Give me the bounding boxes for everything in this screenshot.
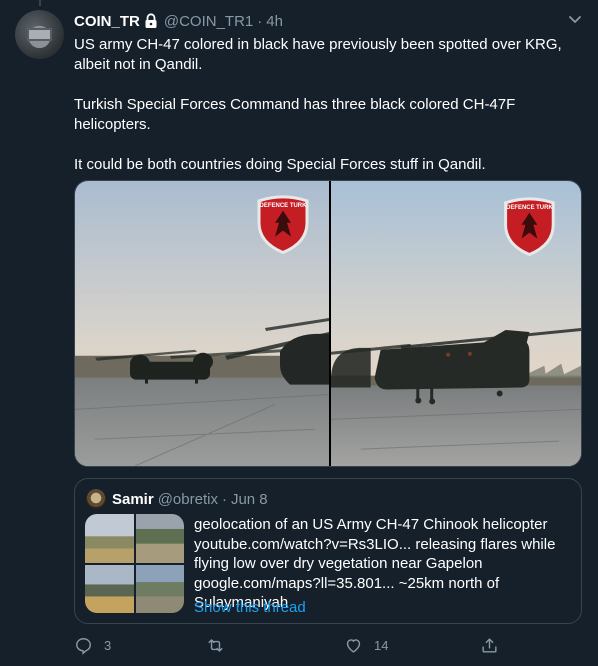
media-photo-right[interactable]: DEFENCE TURK xyxy=(331,181,581,466)
thumbnail-tile xyxy=(85,564,134,613)
reply-icon xyxy=(74,636,93,655)
author-handle[interactable]: @COIN_TR1 xyxy=(164,13,253,30)
tweet-media[interactable]: DEFENCE TURK DEFENCE TURK xyxy=(74,180,582,467)
separator-dot: · xyxy=(257,12,263,30)
quoted-media-thumbnail xyxy=(85,514,184,613)
avatar[interactable] xyxy=(15,10,64,59)
chevron-down-icon[interactable] xyxy=(566,10,584,28)
retweet-icon xyxy=(206,636,225,655)
author-name[interactable]: COIN_TR xyxy=(74,13,140,30)
tweet-paragraph: Turkish Special Forces Command has three… xyxy=(74,96,516,133)
share-icon xyxy=(480,636,499,655)
reply-count: 3 xyxy=(104,638,112,653)
heart-icon xyxy=(344,636,363,655)
tweet-text: US army CH-47 colored in black have prev… xyxy=(74,35,586,175)
tweet-actions: 3 14 xyxy=(74,636,514,660)
quoted-tweet-header: Samir @obretix · Jun 8 xyxy=(86,489,268,509)
like-count: 14 xyxy=(374,638,389,653)
show-thread-link[interactable]: Show this thread xyxy=(194,599,306,616)
lock-icon xyxy=(144,13,158,29)
quoted-avatar xyxy=(86,489,106,509)
thumbnail-tile xyxy=(135,514,184,563)
reply-button[interactable]: 3 xyxy=(74,636,111,655)
quoted-author-handle: @obretix xyxy=(157,490,218,508)
media-photo-left[interactable]: DEFENCE TURK xyxy=(75,181,331,466)
retweet-button[interactable] xyxy=(206,636,236,655)
quoted-tweet[interactable]: Samir @obretix · Jun 8 geolocation of an… xyxy=(74,478,582,624)
thumbnail-tile xyxy=(135,564,184,613)
share-button[interactable] xyxy=(480,636,499,655)
separator-dot: · xyxy=(221,490,227,508)
quoted-timestamp: Jun 8 xyxy=(230,490,268,508)
tweet-timestamp[interactable]: 4h xyxy=(266,13,283,30)
quoted-tweet-text: geolocation of an US Army CH-47 Chinook … xyxy=(194,516,556,611)
like-button[interactable]: 14 xyxy=(344,636,388,655)
watermark-label: DEFENCE TURK xyxy=(260,203,308,209)
thread-connector-line xyxy=(39,0,41,6)
watermark-label: DEFENCE TURK xyxy=(506,205,553,211)
tweet-paragraph: It could be both countries doing Special… xyxy=(74,156,486,173)
tweet-header: COIN_TR @COIN_TR1 · 4h xyxy=(74,11,283,31)
tweet-paragraph: US army CH-47 colored in black have prev… xyxy=(74,36,562,73)
quoted-author-name: Samir xyxy=(112,490,154,508)
thumbnail-tile xyxy=(85,514,134,563)
